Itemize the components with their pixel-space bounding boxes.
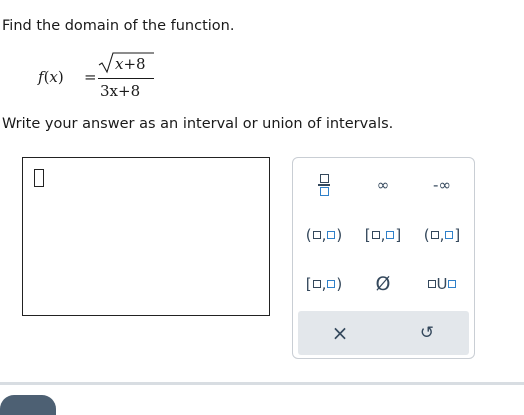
answer-instruction: Write your answer as an interval or unio…	[2, 116, 394, 132]
negative-infinity-key[interactable]: -∞	[414, 170, 470, 200]
fraction-numerator: x+8	[98, 52, 154, 74]
equals-sign: =	[84, 68, 97, 86]
answer-input[interactable]	[22, 157, 270, 316]
closed-open-interval-key[interactable]: [,)	[296, 269, 352, 299]
undo-button[interactable]: ↺	[399, 318, 455, 348]
footer-tab[interactable]	[0, 395, 56, 415]
negative-infinity-label: -∞	[433, 176, 451, 194]
footer-divider	[0, 382, 524, 385]
closed-open-interval-icon: [,)	[305, 275, 343, 293]
open-closed-interval-key[interactable]: (,]	[414, 220, 470, 250]
undo-icon: ↺	[419, 323, 435, 343]
function-variable: x	[49, 68, 58, 86]
radicand: x+8	[115, 55, 146, 73]
union-icon: U	[427, 275, 457, 293]
empty-set-key[interactable]: Ø	[355, 269, 411, 299]
closed-closed-interval-key[interactable]: [,]	[355, 220, 411, 250]
fraction-icon	[318, 174, 330, 196]
infinity-key[interactable]: ∞	[355, 170, 411, 200]
union-key[interactable]: U	[414, 269, 470, 299]
function-formula: f(x) = x+8 3x+8	[38, 52, 168, 102]
fraction-key[interactable]	[296, 170, 352, 200]
open-open-interval-icon: (,)	[305, 226, 343, 244]
clear-button[interactable]: ×	[312, 318, 368, 348]
radicand-rest: +8	[123, 55, 146, 73]
input-placeholder-box	[34, 169, 44, 187]
open-open-interval-key[interactable]: (,)	[296, 220, 352, 250]
function-lhs: f(x)	[38, 68, 64, 86]
empty-set-label: Ø	[375, 273, 391, 295]
keypad-action-bar: × ↺	[298, 311, 469, 355]
close-icon: ×	[331, 321, 349, 345]
question-prompt: Find the domain of the function.	[2, 18, 235, 34]
open-closed-interval-icon: (,]	[423, 226, 461, 244]
math-keypad: ∞ -∞ (,) [,] (,] [,) Ø U × ↺	[292, 157, 475, 359]
infinity-label: ∞	[376, 176, 390, 194]
function-name: f	[38, 68, 44, 86]
fraction-bar	[98, 78, 154, 79]
closed-closed-interval-icon: [,]	[364, 226, 402, 244]
fraction-denominator: 3x+8	[100, 82, 141, 100]
